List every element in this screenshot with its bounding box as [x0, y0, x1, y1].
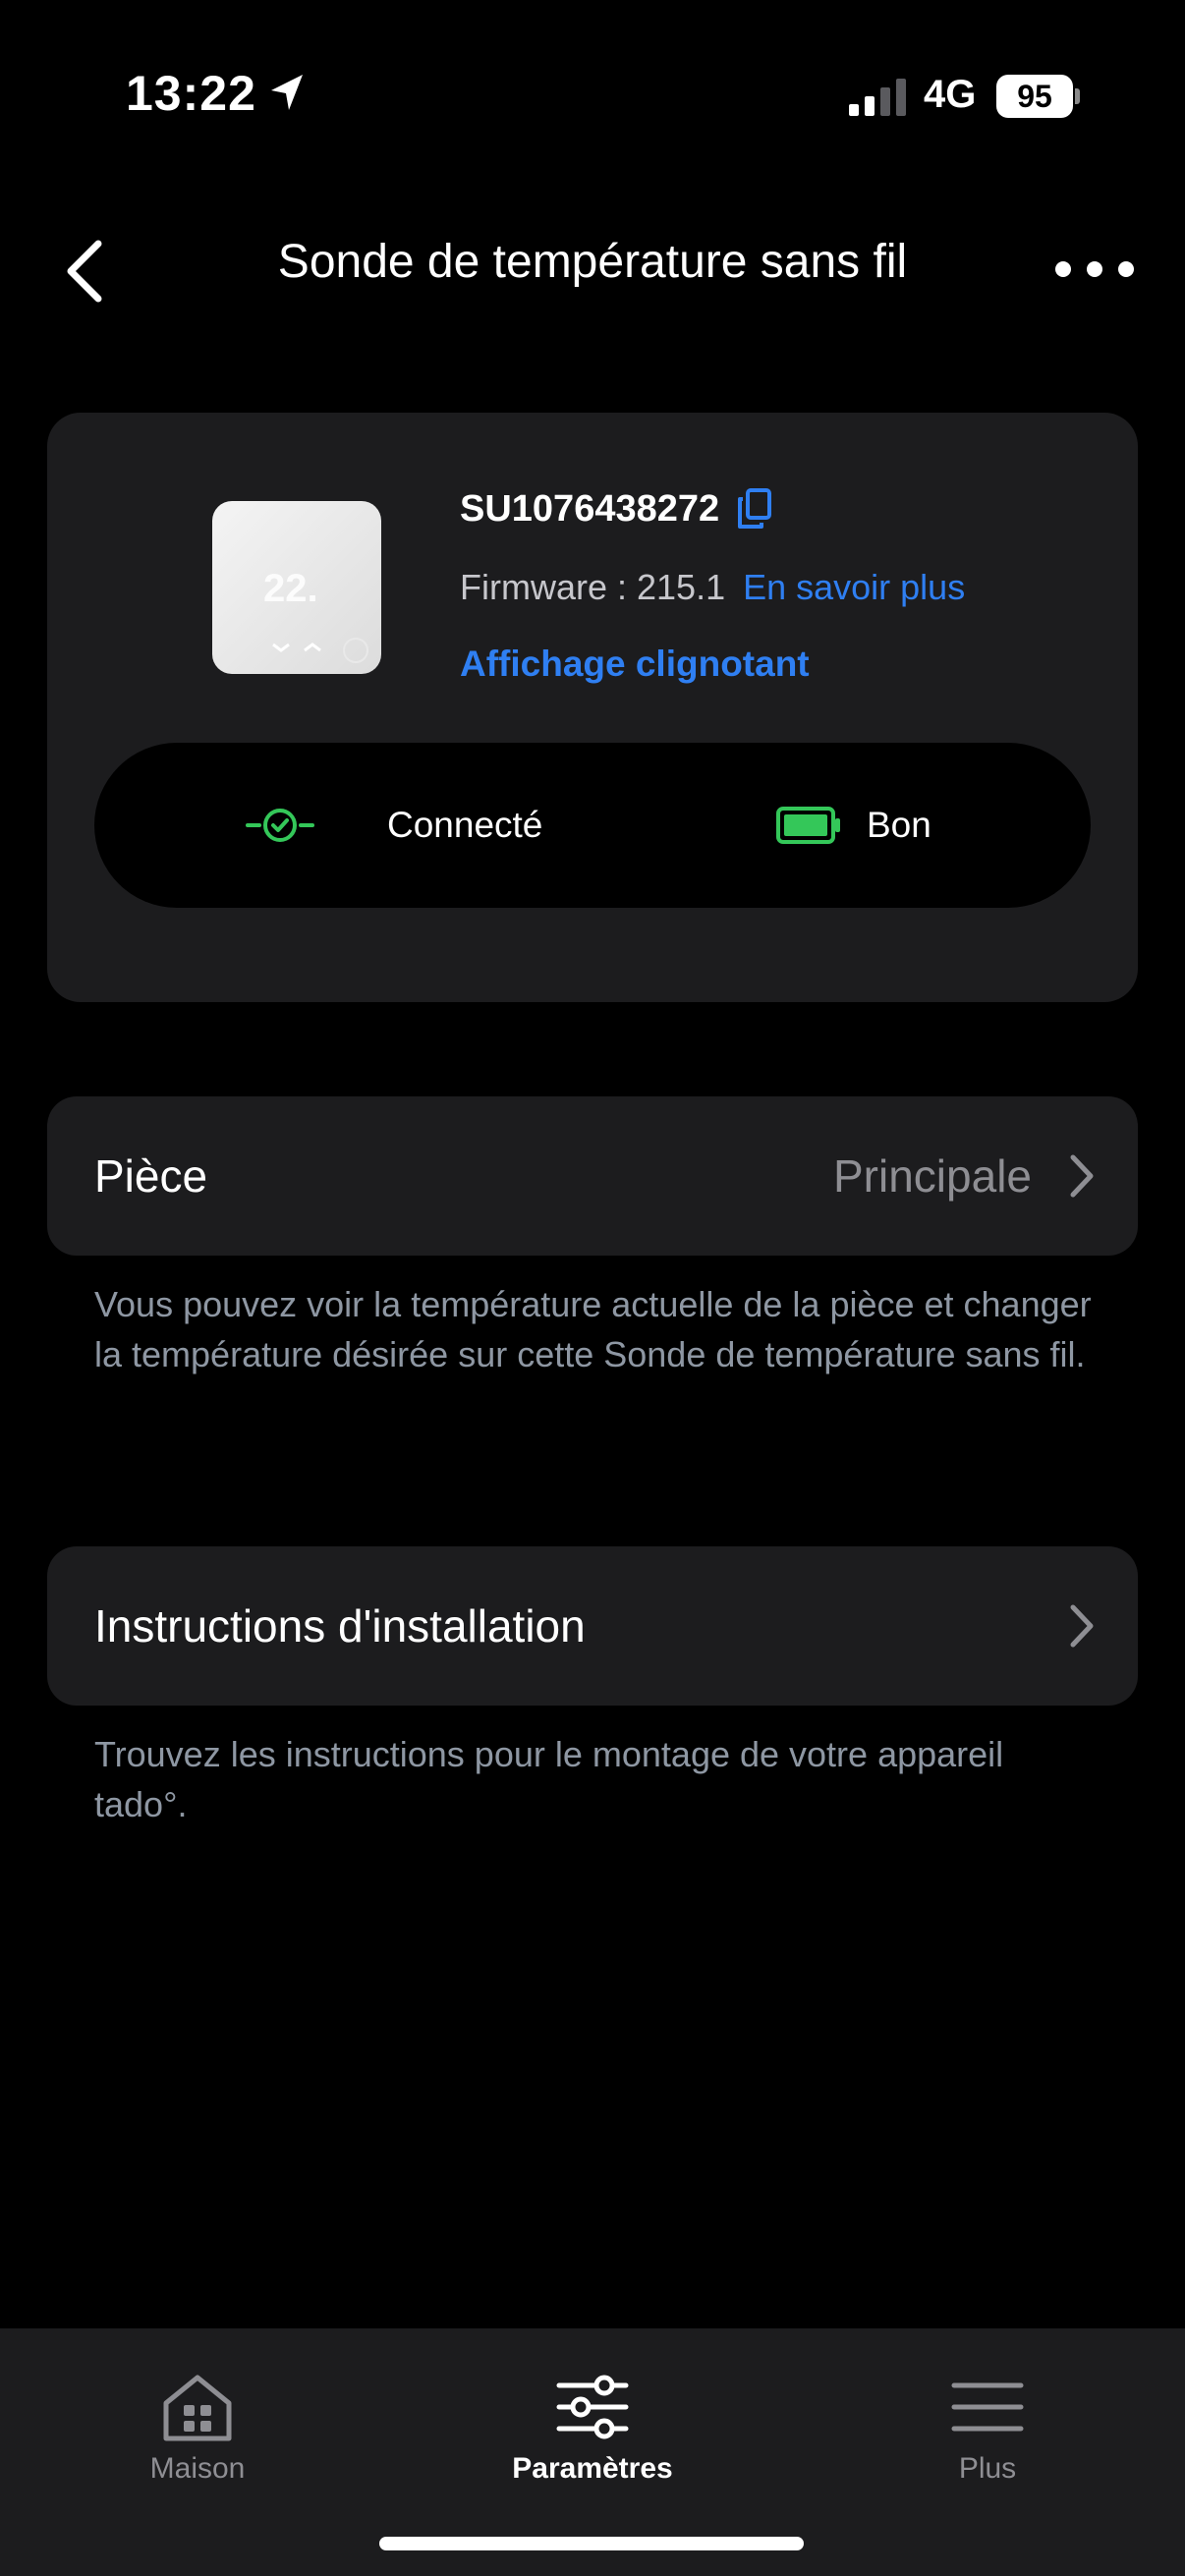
tab-label: Plus — [958, 2452, 1017, 2485]
installation-row[interactable]: Instructions d'installation — [47, 1546, 1138, 1706]
tab-maison[interactable]: Maison — [0, 2350, 395, 2527]
copy-icon[interactable] — [735, 487, 774, 531]
chevron-right-icon — [1070, 1604, 1094, 1648]
home-indicator — [379, 2537, 804, 2550]
tab-parametres[interactable]: Paramètres — [395, 2350, 790, 2527]
sliders-icon — [556, 2375, 629, 2439]
status-time: 13:22 — [126, 66, 256, 121]
connected-icon — [246, 809, 314, 842]
temperature-sensor-device-icon: 22. — [212, 501, 381, 674]
room-label: Pièce — [94, 1150, 208, 1202]
chevron-right-icon — [1070, 1154, 1094, 1198]
serial-row: SU1076438272 — [460, 481, 774, 536]
room-row[interactable]: Pièce Principale — [47, 1096, 1138, 1256]
home-icon — [163, 2375, 232, 2441]
tab-plus[interactable]: Plus — [790, 2350, 1185, 2527]
firmware-version: Firmware : 215.1 — [460, 567, 726, 607]
page-title: Sonde de température sans fil — [277, 236, 908, 288]
connection-status: Connecté — [387, 805, 543, 845]
device-status-pill: Connecté Bon — [94, 743, 1091, 908]
room-value: Principale — [833, 1150, 1032, 1202]
network-type: 4G — [924, 73, 977, 116]
more-horizontal-icon[interactable] — [1053, 250, 1136, 289]
room-helper-text: Vous pouvez voir la température actuelle… — [94, 1284, 1092, 1374]
learn-more-link[interactable]: En savoir plus — [743, 567, 965, 608]
battery-level: 95 — [1017, 79, 1052, 114]
tab-label: Paramètres — [512, 2452, 673, 2485]
device-card: 22. SU1076438272 Firmware : 215.1 En sav… — [47, 413, 1138, 1002]
chevron-left-icon[interactable] — [55, 230, 114, 312]
signal-icon — [849, 79, 906, 116]
serial-number: SU1076438272 — [460, 487, 720, 530]
battery-icon: 95 — [996, 75, 1080, 118]
firmware-row: Firmware : 215.1 En savoir plus — [460, 560, 965, 615]
identify-blink-link[interactable]: Affichage clignotant — [460, 637, 810, 692]
svg-text:22.: 22. — [263, 567, 318, 610]
installation-helper-text: Trouvez les instructions pour le montage… — [94, 1734, 1004, 1824]
status-bar: 13:22 4G 95 — [0, 0, 1185, 187]
location-arrow-icon — [271, 75, 303, 110]
menu-icon — [951, 2382, 1024, 2432]
tab-label: Maison — [149, 2452, 246, 2485]
battery-good-icon — [776, 807, 840, 844]
installation-label: Instructions d'installation — [94, 1600, 586, 1652]
battery-status: Bon — [867, 805, 931, 845]
